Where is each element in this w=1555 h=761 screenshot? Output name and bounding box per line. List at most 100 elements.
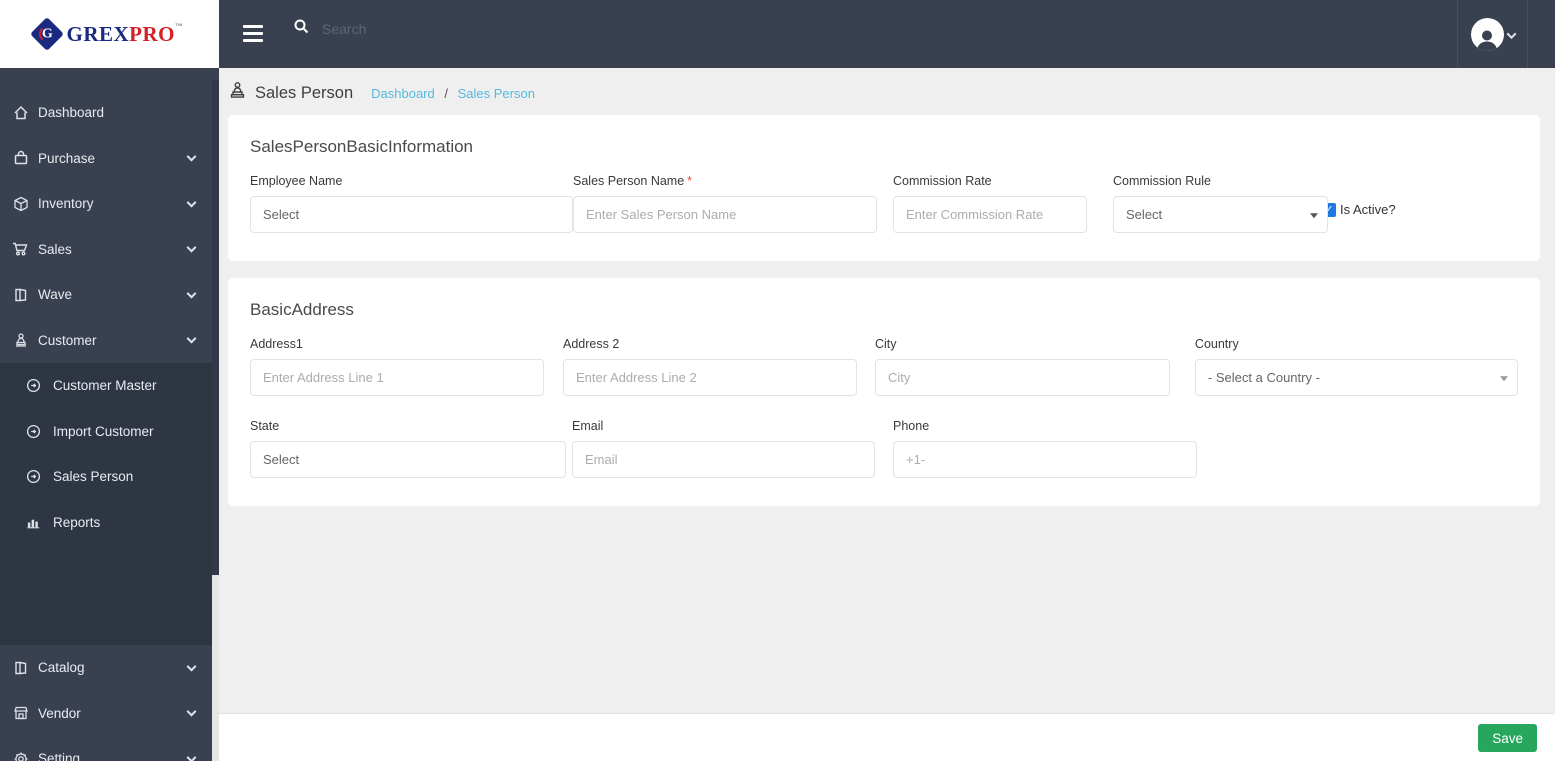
hamburger-menu-icon[interactable]: [243, 25, 263, 46]
brand-logo[interactable]: G GREXPRO™: [0, 0, 219, 68]
sidebar-item-label: Reports: [53, 514, 101, 530]
commission-rate-input[interactable]: [893, 196, 1087, 233]
sidebar-item-catalog[interactable]: Catalog: [0, 645, 219, 691]
customer-submenu: Customer Master Import Customer Sales Pe…: [0, 363, 219, 645]
address1-field: Address1: [250, 337, 544, 396]
address1-label: Address1: [250, 337, 303, 351]
country-field: Country - Select a Country -: [1194, 337, 1519, 396]
sidebar-item-customer-master[interactable]: Customer Master: [0, 363, 219, 409]
page-title: Sales Person: [228, 81, 353, 105]
state-select[interactable]: Select: [250, 441, 566, 478]
sidebar-item-label: Dashboard: [38, 105, 105, 121]
section-title: BasicAddress: [250, 300, 354, 319]
sidebar-item-customer[interactable]: Customer: [0, 318, 219, 364]
chevron-down-icon: [186, 661, 197, 672]
basic-address-card: BasicAddress Address1 Address 2 City Cou…: [228, 278, 1540, 506]
avatar: [1470, 17, 1504, 51]
sidebar-item-label: Import Customer: [53, 423, 154, 439]
breadcrumb-separator: /: [444, 85, 448, 101]
customer-icon: [12, 332, 29, 349]
arrow-circle-icon: [25, 468, 42, 485]
sidebar-item-inventory[interactable]: Inventory: [0, 181, 219, 227]
phone-input[interactable]: [893, 441, 1197, 478]
book-icon: [12, 286, 29, 303]
sidebar-item-import-customer[interactable]: Import Customer: [0, 409, 219, 455]
search-input[interactable]: [322, 21, 542, 37]
commission-rule-select[interactable]: Select: [1113, 196, 1328, 233]
city-input[interactable]: [874, 359, 1170, 396]
topbar: [219, 0, 1555, 68]
chevron-down-icon: [186, 333, 197, 344]
employee-name-select[interactable]: Select: [250, 196, 573, 233]
sidebar-item-label: Wave: [38, 287, 73, 303]
employee-name-field: Employee Name Select: [250, 174, 573, 233]
main-content: Sales Person Dashboard / Sales Person Sa…: [219, 68, 1555, 761]
chevron-down-icon: [186, 151, 197, 162]
address2-input[interactable]: [562, 359, 857, 396]
state-field: State Select: [250, 419, 566, 478]
sidebar-item-label: Vendor: [38, 705, 81, 721]
sidebar-item-reports[interactable]: Reports: [0, 500, 219, 546]
user-menu[interactable]: [1457, 0, 1528, 68]
employee-name-label: Employee Name: [250, 174, 343, 188]
sidebar-item-dashboard[interactable]: Dashboard: [0, 90, 219, 136]
sales-person-icon: [228, 81, 247, 105]
city-field: City: [874, 337, 1170, 396]
state-label: State: [250, 419, 280, 433]
arrow-circle-icon: [25, 377, 42, 394]
gear-icon: [12, 750, 29, 761]
chevron-down-icon: [186, 242, 197, 253]
sidebar-item-label: Setting: [38, 751, 81, 761]
required-asterisk: *: [687, 174, 693, 188]
book-icon: [12, 659, 29, 676]
chevron-down-icon: [1506, 28, 1516, 39]
sidebar-item-label: Sales Person: [53, 469, 134, 485]
country-select[interactable]: - Select a Country -: [1194, 359, 1519, 396]
brand-diamond-icon: G: [30, 17, 65, 51]
chevron-down-icon: [186, 706, 197, 717]
commission-rate-label: Commission Rate: [893, 174, 992, 188]
sidebar-scrollbar-thumb[interactable]: [212, 80, 219, 575]
sidebar-item-purchase[interactable]: Purchase: [0, 136, 219, 182]
sidebar-item-label: Catalog: [38, 660, 85, 676]
dropdown-arrow-icon: [1500, 375, 1509, 381]
sales-person-name-label: Sales Person Name: [573, 174, 685, 188]
cart-icon: [12, 241, 29, 258]
sales-person-name-input[interactable]: [573, 196, 877, 233]
breadcrumb: Sales Person Dashboard / Sales Person: [219, 68, 1555, 115]
chevron-down-icon: [186, 752, 197, 761]
address1-input[interactable]: [250, 359, 544, 396]
breadcrumb-current-link[interactable]: Sales Person: [458, 86, 535, 101]
bar-chart-icon: [25, 514, 42, 531]
save-button[interactable]: Save: [1478, 724, 1537, 752]
sidebar-item-label: Purchase: [38, 150, 96, 166]
breadcrumb-dashboard-link[interactable]: Dashboard: [371, 86, 435, 101]
phone-label: Phone: [893, 419, 930, 433]
sidebar-item-sales-person[interactable]: Sales Person: [0, 454, 219, 500]
sidebar-item-label: Customer Master: [53, 378, 157, 394]
is-active-label: Is Active?: [1340, 202, 1396, 217]
sidebar-item-wave[interactable]: Wave: [0, 272, 219, 318]
phone-field: Phone: [893, 419, 1197, 478]
sidebar-item-vendor[interactable]: Vendor: [0, 691, 219, 737]
app-window: G GREXPRO™ Dashboard Purchase Inventory …: [0, 0, 1555, 761]
email-input[interactable]: [572, 441, 875, 478]
sidebar-item-label: Customer: [38, 332, 97, 348]
is-active-group: ✓ Is Active?: [1322, 202, 1396, 217]
commission-rule-label: Commission Rule: [1113, 174, 1211, 188]
form-footer: Save: [219, 713, 1555, 761]
sidebar-item-sales[interactable]: Sales: [0, 227, 219, 273]
brand-name: GREXPRO™: [66, 21, 184, 46]
store-icon: [12, 705, 29, 722]
sidebar: G GREXPRO™ Dashboard Purchase Inventory …: [0, 0, 219, 761]
sidebar-item-label: Inventory: [38, 196, 94, 212]
basic-information-card: SalesPersonBasicInformation Employee Nam…: [228, 115, 1540, 261]
chevron-down-icon: [186, 288, 197, 299]
sidebar-item-setting[interactable]: Setting: [0, 736, 219, 761]
dropdown-arrow-icon: [1310, 212, 1318, 218]
sidebar-scrollbar-track[interactable]: [212, 575, 219, 761]
country-label: Country: [1194, 337, 1239, 351]
purchase-bag-icon: [12, 150, 29, 167]
sales-person-name-field: Sales Person Name *: [573, 174, 877, 233]
search-bar: [293, 18, 542, 40]
